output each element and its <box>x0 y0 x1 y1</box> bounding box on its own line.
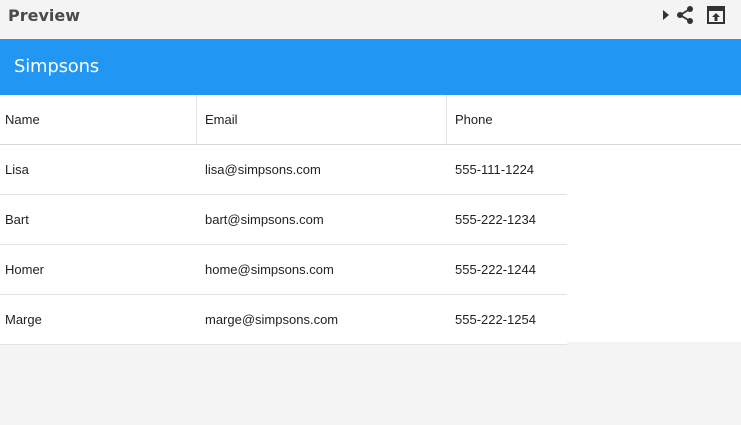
cell-email: bart@simpsons.com <box>205 212 324 227</box>
column-header-phone[interactable]: Phone <box>447 95 741 144</box>
cell-email: lisa@simpsons.com <box>205 162 321 177</box>
table-header: Name Email Phone <box>0 95 741 145</box>
table-body: Lisa lisa@simpsons.com 555-111-1224 Bart… <box>0 145 567 345</box>
table-row[interactable]: Marge marge@simpsons.com 555-222-1254 <box>0 295 567 345</box>
cell-email: home@simpsons.com <box>205 262 334 277</box>
cell-name: Marge <box>5 312 42 327</box>
app-title: Simpsons <box>14 56 99 77</box>
column-header-email[interactable]: Email <box>197 95 447 144</box>
cell-name: Homer <box>5 262 45 277</box>
open-external-icon[interactable] <box>705 0 727 30</box>
cell-name: Bart <box>5 212 29 227</box>
table-blank-area <box>567 145 741 342</box>
preview-toolbar: Preview <box>0 0 741 38</box>
share-icon[interactable] <box>675 0 695 30</box>
cell-phone: 555-222-1254 <box>455 312 536 327</box>
play-arrow-icon[interactable] <box>660 0 672 30</box>
cell-phone: 555-111-1224 <box>455 162 535 177</box>
cell-name: Lisa <box>5 162 29 177</box>
app-header: Simpsons <box>0 39 741 95</box>
table-row[interactable]: Bart bart@simpsons.com 555-222-1234 <box>0 195 567 245</box>
cell-phone: 555-222-1234 <box>455 212 536 227</box>
column-header-name[interactable]: Name <box>0 95 197 144</box>
preview-title: Preview <box>8 6 81 25</box>
cell-phone: 555-222-1244 <box>455 262 536 277</box>
cell-email: marge@simpsons.com <box>205 312 339 327</box>
table-row[interactable]: Lisa lisa@simpsons.com 555-111-1224 <box>0 145 567 195</box>
table-row[interactable]: Homer home@simpsons.com 555-222-1244 <box>0 245 567 295</box>
